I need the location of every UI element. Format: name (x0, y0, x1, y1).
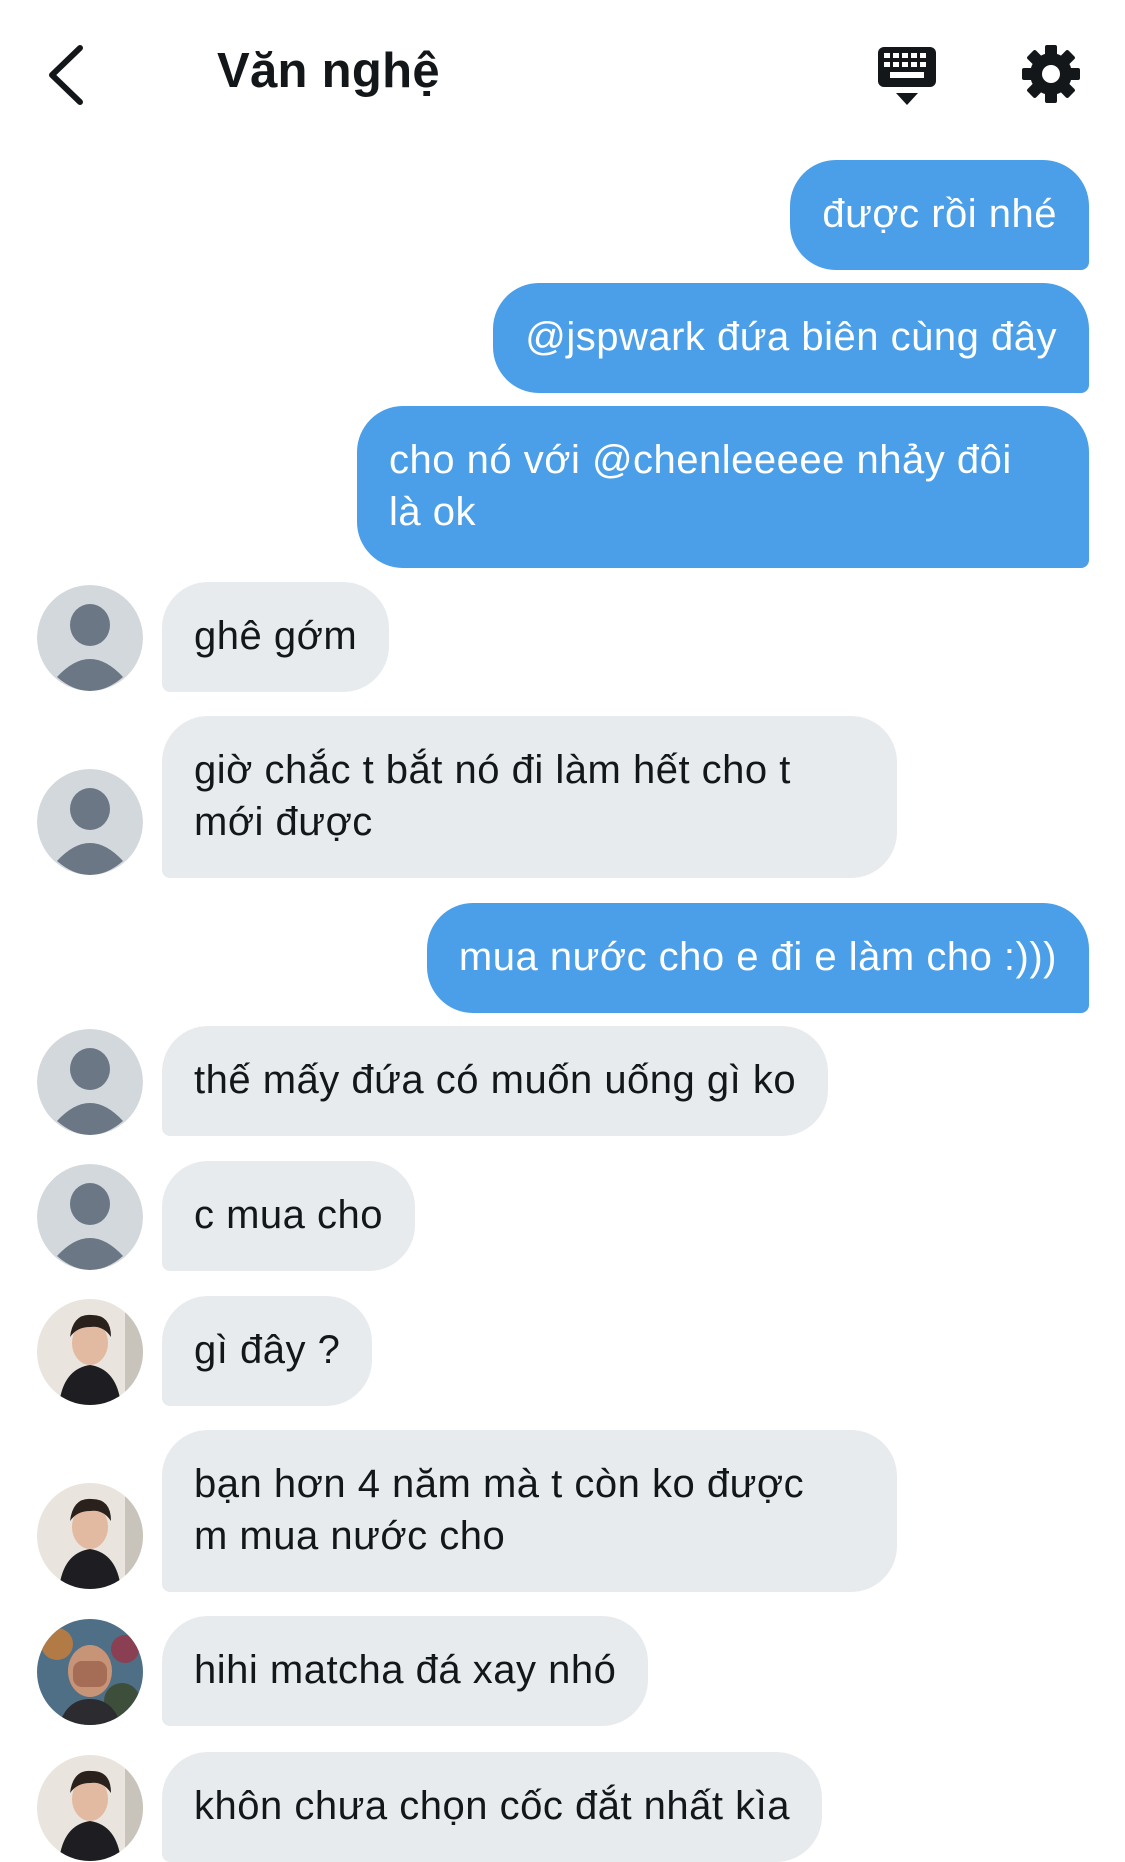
default-avatar[interactable] (37, 1029, 143, 1135)
outgoing-message[interactable]: @jspwark đứa biên cùng đây (493, 283, 1089, 393)
conversation-title: Văn nghệ (217, 44, 440, 98)
photo-avatar-icon (37, 1483, 143, 1589)
incoming-message[interactable]: bạn hơn 4 năm mà t còn ko được m mua nướ… (162, 1430, 897, 1592)
outgoing-message[interactable]: mua nước cho e đi e làm cho :))) (426, 903, 1089, 1013)
incoming-message[interactable]: c mua cho (162, 1161, 416, 1271)
chevron-left-icon (49, 45, 83, 105)
gear-icon (1022, 45, 1080, 103)
back-button[interactable] (40, 40, 100, 110)
photo-avatar-a[interactable] (37, 1299, 143, 1405)
keyboard-icon (878, 47, 936, 105)
photo-avatar-b[interactable] (37, 1619, 143, 1725)
chat-header: Văn nghệ (0, 0, 1125, 150)
outgoing-message[interactable]: cho nó với @chenleeeee nhảy đôi là ok (357, 406, 1089, 568)
default-avatar-icon (37, 585, 143, 691)
default-avatar[interactable] (37, 1164, 143, 1270)
photo-avatar-a[interactable] (37, 1483, 143, 1589)
outgoing-message[interactable]: được rồi nhé (790, 160, 1089, 270)
default-avatar[interactable] (37, 769, 143, 875)
photo-avatar-icon (37, 1755, 143, 1861)
incoming-message[interactable]: hihi matcha đá xay nhó (162, 1616, 649, 1726)
default-avatar-icon (37, 769, 143, 875)
default-avatar-icon (37, 1164, 143, 1270)
incoming-message[interactable]: thế mấy đứa có muốn uống gì ko (162, 1026, 829, 1136)
incoming-message[interactable]: khôn chưa chọn cốc đắt nhất kìa (162, 1752, 822, 1862)
incoming-message[interactable]: gì đây ? (162, 1296, 373, 1406)
default-avatar[interactable] (37, 585, 143, 691)
keyboard-button[interactable] (876, 45, 938, 109)
photo-avatar-a[interactable] (37, 1755, 143, 1861)
incoming-message[interactable]: ghê gớm (162, 582, 390, 692)
settings-button[interactable] (1020, 43, 1082, 105)
photo-avatar-icon (37, 1619, 143, 1725)
photo-avatar-icon (37, 1299, 143, 1405)
incoming-message[interactable]: giờ chắc t bắt nó đi làm hết cho t mới đ… (162, 716, 897, 878)
default-avatar-icon (37, 1029, 143, 1135)
